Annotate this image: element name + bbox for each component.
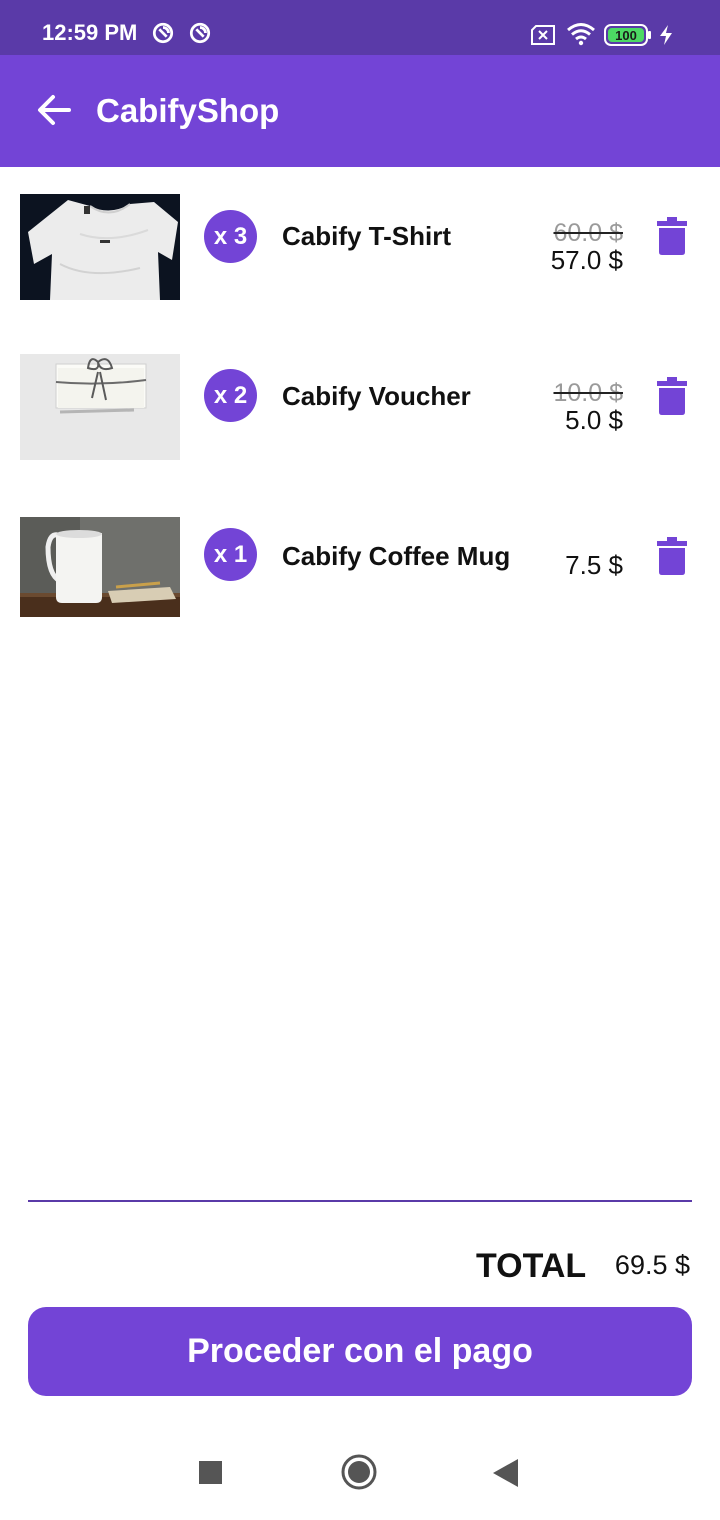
current-price: 7.5 $ [565, 550, 623, 580]
original-price: 10.0 $ [553, 379, 623, 407]
white-tshirt-photo [20, 194, 180, 300]
trash-icon[interactable] [656, 376, 688, 416]
current-price: 5.0 $ [565, 405, 623, 435]
divider [28, 1200, 692, 1202]
cart-item: x 3 Cabify T-Shirt 60.0 $ 57.0 $ [0, 194, 720, 314]
charging-icon [660, 25, 672, 45]
coffee-mug-photo [20, 517, 180, 617]
item-name: Cabify Coffee Mug [282, 541, 511, 571]
app-notification-icon [189, 22, 211, 44]
item-name: Cabify Voucher [282, 381, 471, 411]
quantity-badge: x 3 [204, 210, 257, 263]
status-time: 12:59 PM [42, 20, 138, 45]
system-nav-bar [0, 1430, 720, 1520]
battery-icon: 100 [604, 24, 651, 46]
price-block: 7.5 $ [513, 551, 623, 579]
sim-off-icon [531, 25, 555, 45]
item-name: Cabify T-Shirt [282, 221, 452, 251]
trash-icon[interactable] [656, 216, 688, 256]
home-circle-icon[interactable] [340, 1453, 378, 1491]
trash-icon[interactable] [656, 536, 688, 576]
page-title: CabifyShop [96, 92, 280, 129]
status-bar: 12:59 PM 100 [0, 0, 720, 55]
app-bar: CabifyShop [0, 55, 720, 167]
back-triangle-icon[interactable] [493, 1459, 518, 1487]
total-label: TOTAL [476, 1247, 587, 1285]
back-button[interactable] [26, 82, 82, 138]
status-icons: 100 [530, 20, 690, 50]
arrow-back-icon [38, 95, 71, 125]
quantity-badge: x 2 [204, 369, 257, 422]
quantity-badge: x 1 [204, 528, 257, 581]
original-price: 60.0 $ [553, 219, 623, 247]
price-block: 10.0 $ 5.0 $ [513, 380, 623, 434]
checkout-button[interactable]: Proceder con el pago [28, 1307, 692, 1396]
total-value: 69.5 $ [614, 1250, 690, 1280]
voucher-envelope-photo [20, 354, 180, 460]
wifi-icon [567, 23, 595, 46]
price-block: 60.0 $ 57.0 $ [513, 220, 623, 274]
app-notification-icon [152, 22, 174, 44]
cart-item: x 1 Cabify Coffee Mug 7.5 $ [0, 517, 720, 637]
cart-item: x 2 Cabify Voucher 10.0 $ 5.0 $ [0, 354, 720, 474]
recents-square-icon[interactable] [199, 1461, 222, 1484]
svg-text:100: 100 [615, 28, 637, 43]
current-price: 57.0 $ [550, 245, 623, 275]
